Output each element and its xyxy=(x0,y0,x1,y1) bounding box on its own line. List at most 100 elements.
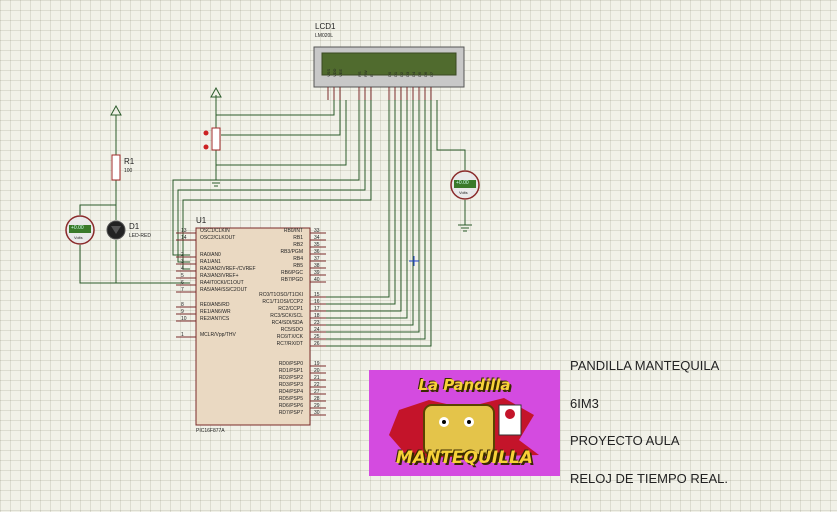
mcu-pin-number: 36 xyxy=(314,249,320,255)
mcu-pin-number: 17 xyxy=(314,306,320,312)
mcu-model: PIC16F877A xyxy=(196,428,225,434)
mcu-pin-number: 10 xyxy=(181,316,187,322)
lcd-pin-label: VEE xyxy=(338,68,343,77)
lcd-ref: LCD1 xyxy=(315,22,336,31)
mcu-pin-number: 34 xyxy=(314,235,320,241)
potentiometer[interactable] xyxy=(203,127,221,151)
lcd-model: LM020L xyxy=(315,33,334,39)
ground-symbols xyxy=(209,179,472,232)
mcu-pin-number: 25 xyxy=(314,334,320,340)
lcd-pin-group xyxy=(327,87,432,100)
resistor-r1[interactable] xyxy=(111,154,121,181)
lcd-pin-label: D7 xyxy=(429,71,434,77)
mcu-pin-number: 39 xyxy=(314,270,320,276)
power-terminals xyxy=(110,86,222,116)
mcu-pin-name: RB5 xyxy=(293,263,303,269)
pandilla-logo-image: La Pandilla MANTEQUILLA xyxy=(369,370,560,476)
mcu-pin-number: 38 xyxy=(314,263,320,269)
mcu-pin-name: RE1/AN6/WR xyxy=(200,309,231,315)
mcu-pin-number: 5 xyxy=(181,273,184,279)
mcu-pin-name: RC4/SDI/SDA xyxy=(271,320,303,326)
mcu-pin-number: 27 xyxy=(314,389,320,395)
mcu-pin-number: 24 xyxy=(314,327,320,333)
mcu-pin-number: 35 xyxy=(314,242,320,248)
mcu-pin-name: RC3/SCK/SCL xyxy=(270,313,303,319)
mcu-pin-number: 15 xyxy=(314,292,320,298)
mcu-pin-number: 29 xyxy=(314,403,320,409)
mcu-pin-number: 23 xyxy=(314,320,320,326)
mcu-pin-number: 18 xyxy=(314,313,320,319)
lcd-pin-label: VSS xyxy=(326,68,331,77)
mcu-pin-name: RB1 xyxy=(293,235,303,241)
mcu-pin-name: RA1/AN1 xyxy=(200,259,221,265)
mcu-pin-name: RC5/SDO xyxy=(280,327,303,333)
mcu-pin-number: 16 xyxy=(314,299,320,305)
lcd-pin-label: D4 xyxy=(411,71,416,77)
voltmeter-right-reading: +0.00 xyxy=(456,180,469,186)
lcd-pin-label: D5 xyxy=(417,71,422,77)
lcd-pin-label: VDD xyxy=(332,68,337,77)
mcu-pin-number: 40 xyxy=(314,277,320,283)
mcu-pin-number: 14 xyxy=(181,235,187,241)
lcd-display[interactable] xyxy=(313,46,465,88)
project-text: PROYECTO AULA xyxy=(570,433,680,448)
mcu-pin-name: RD1/PSP1 xyxy=(278,368,303,374)
mcu-pin-number: 22 xyxy=(314,382,320,388)
lcd-pin-label: D3 xyxy=(405,71,410,77)
mcu-pin-number: 33 xyxy=(314,228,320,234)
mcu-pin-name: RC1/T1OSI/CCP2 xyxy=(262,299,303,305)
mcu-pin-name: RB4 xyxy=(293,256,303,262)
mcu-pin-number: 19 xyxy=(314,361,320,367)
mcu-pin-number: 7 xyxy=(181,287,184,293)
mcu-pin-name: RB2 xyxy=(293,242,303,248)
mcu-pin-number: 3 xyxy=(181,259,184,265)
lcd-pin-label: D2 xyxy=(399,71,404,77)
mcu-pin-name: RE2/AN7/CS xyxy=(200,316,230,322)
mcu-pin-number: 2 xyxy=(181,252,184,258)
mcu-pin-number: 8 xyxy=(181,302,184,308)
mcu-pin-name: MCLR/Vpp/THV xyxy=(200,332,236,338)
mcu-pin-name: RB0/INT xyxy=(283,228,303,234)
mcu-pin-number: 26 xyxy=(314,341,320,347)
mcu-pin-name: RA0/AN0 xyxy=(200,252,221,258)
group-text: 6IM3 xyxy=(570,396,599,411)
cursor-marker xyxy=(409,256,419,266)
mcu-pin-number: 28 xyxy=(314,396,320,402)
mcu-pin-name: OSC1/CLKIN xyxy=(200,228,230,234)
mcu-pin-number: 20 xyxy=(314,368,320,374)
mcu-pin-number: 37 xyxy=(314,256,320,262)
mcu-pin-name: RD2/PSP2 xyxy=(278,375,303,381)
resistor-ref: R1 xyxy=(124,157,135,166)
lcd-pin-label: RW xyxy=(363,70,368,77)
mcu-pin-name: RC0/T1OSO/T1CKI xyxy=(259,292,303,298)
mcu-pin-name: RC6/TX/CK xyxy=(276,334,303,340)
mcu-pin-number: 9 xyxy=(181,309,184,315)
logo-bottom-text: MANTEQUILLA xyxy=(396,448,533,468)
mcu-pin-number: 21 xyxy=(314,375,320,381)
resistor-value: 100 xyxy=(124,168,133,174)
mcu-pin-number: 1 xyxy=(181,332,184,338)
lcd-pin-label: D1 xyxy=(393,71,398,77)
lcd-pin-label: D6 xyxy=(423,71,428,77)
mcu-pin-name: RD5/PSP5 xyxy=(278,396,303,402)
led-d1[interactable] xyxy=(106,220,126,240)
mcu-pin-name: RB6/PGC xyxy=(281,270,303,276)
mcu-ref: U1 xyxy=(196,216,207,225)
mcu-pin-number: 13 xyxy=(181,228,187,234)
mcu-pin-name: RD4/PSP4 xyxy=(278,389,303,395)
diode-ref: D1 xyxy=(129,222,140,231)
mcu-pin-name: RD7/PSP7 xyxy=(278,410,303,416)
voltmeter-right-unit: Volts xyxy=(459,190,468,195)
mcu-pin-name: RE0/AN5/RD xyxy=(200,302,230,308)
mcu-pin-name: RD0/PSP0 xyxy=(278,361,303,367)
mcu-pin-name: RB7/PGD xyxy=(281,277,303,283)
voltmeter-left-reading: +0.00 xyxy=(71,225,84,231)
mcu-pin-number: 4 xyxy=(181,266,184,272)
mcu-pin-name: OSC2/CLKOUT xyxy=(200,235,236,241)
mcu-pin-name: RC7/RX/DT xyxy=(276,341,303,347)
lcd-pin-label: D0 xyxy=(387,71,392,77)
mcu-pin-name: RD3/PSP3 xyxy=(278,382,303,388)
diode-model: LED-RED xyxy=(129,233,151,239)
mcu-pin-name: RA3/AN3/VREF+ xyxy=(200,273,239,279)
team-name-text: PANDILLA MANTEQUILA xyxy=(570,358,720,373)
